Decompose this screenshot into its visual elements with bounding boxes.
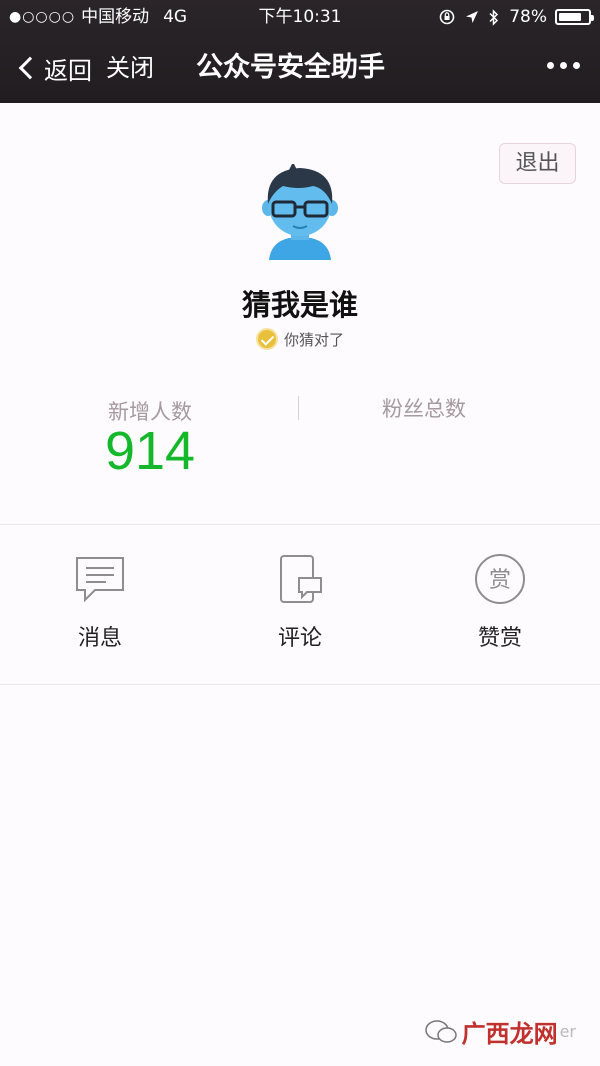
reward-icon-glyph: 赏	[489, 568, 511, 593]
divider	[0, 684, 600, 685]
stats-divider	[298, 396, 299, 420]
divider	[0, 524, 600, 525]
chevron-left-icon	[18, 56, 42, 80]
page-title: 公众号安全助手	[196, 52, 385, 83]
status-bar: ●○○○○ 中国移动 4G 下午10:31 78%	[0, 0, 600, 34]
messages-button[interactable]: 消息	[0, 552, 200, 652]
comment-icon	[280, 555, 322, 603]
watermark-tail: er	[559, 1022, 576, 1041]
battery-percent: 78%	[509, 7, 547, 27]
verification-text: 你猜对了	[283, 330, 344, 349]
back-button[interactable]: 返回	[16, 50, 92, 86]
reward-icon: 赏	[475, 554, 525, 604]
total-fans-label: 粉丝总数	[382, 397, 466, 421]
messages-label: 消息	[77, 626, 122, 651]
battery-level	[559, 13, 581, 21]
verified-check-icon	[255, 328, 278, 350]
more-dots-icon	[547, 62, 554, 69]
top-bar: ●○○○○ 中国移动 4G 下午10:31 78% 返回 关闭 公众号安全助手	[0, 0, 600, 103]
battery-icon	[555, 9, 594, 25]
comments-label: 评论	[277, 626, 322, 651]
bluetooth-icon	[489, 8, 499, 26]
verification-status: 你猜对了	[0, 326, 600, 352]
more-menu-button[interactable]	[547, 62, 580, 69]
new-followers-value: 914	[104, 421, 196, 481]
rotation-lock-icon	[439, 9, 455, 25]
watermark: 广西龙网 er	[424, 1014, 576, 1049]
back-label: 返回	[44, 56, 92, 85]
logout-button[interactable]: 退出	[499, 143, 576, 184]
comments-button[interactable]: 评论	[200, 552, 400, 652]
avatar	[262, 164, 338, 260]
watermark-logo-icon	[424, 1019, 457, 1043]
nav-bar: 返回 关闭 公众号安全助手	[0, 34, 600, 103]
rewards-label: 赞赏	[477, 626, 522, 651]
close-button[interactable]: 关闭	[106, 50, 154, 86]
rewards-button[interactable]: 赏 赞赏	[400, 552, 600, 652]
watermark-brand: 广西龙网	[461, 1020, 558, 1048]
message-icon	[76, 557, 124, 603]
account-name: 猜我是谁	[241, 288, 358, 322]
location-arrow-icon	[466, 11, 479, 23]
